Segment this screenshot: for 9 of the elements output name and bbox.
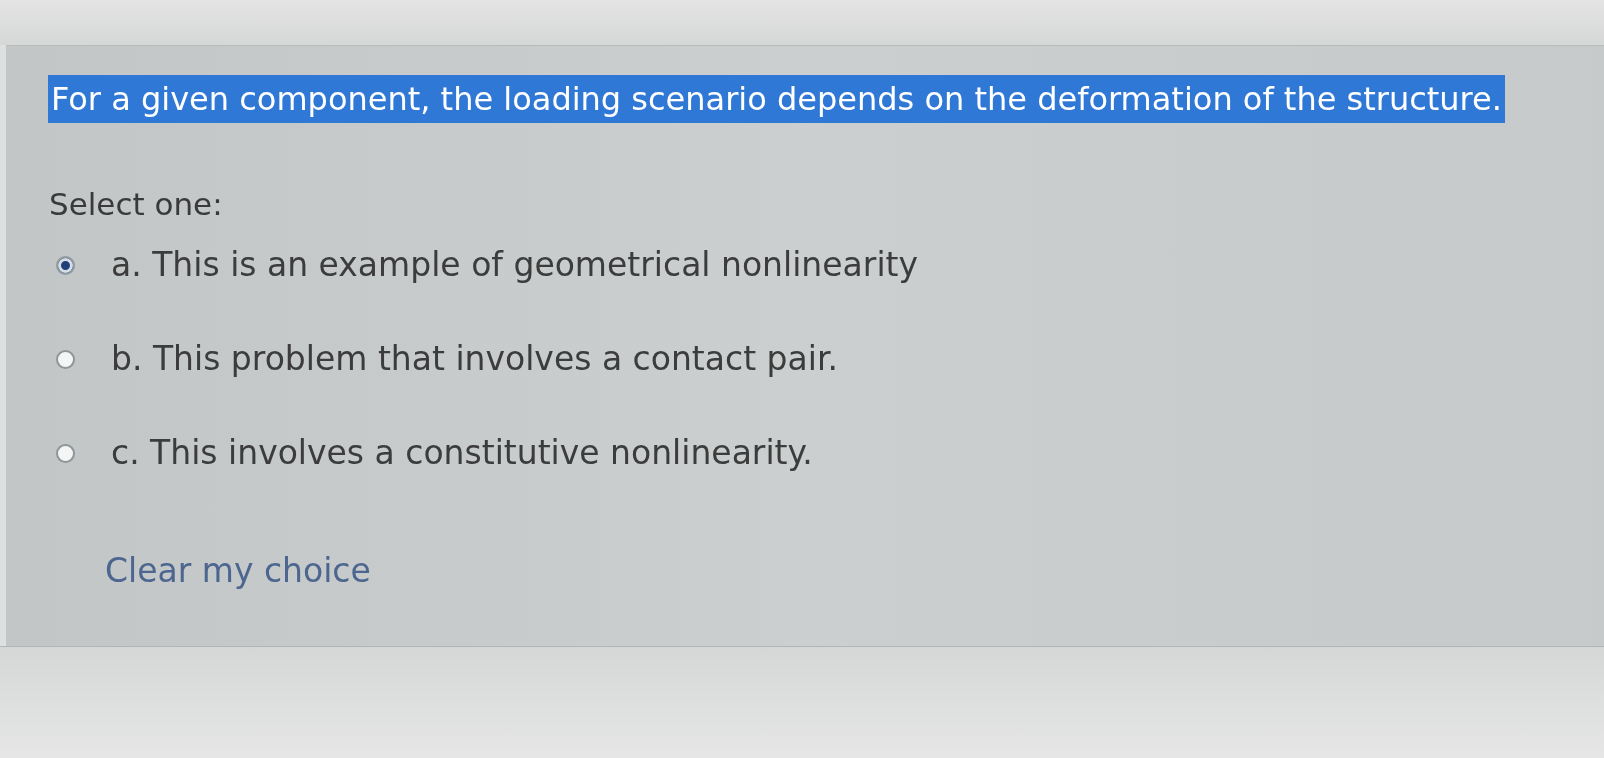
radio-icon[interactable] bbox=[56, 349, 75, 369]
option-label[interactable]: b. This problem that involves a contact pair. bbox=[111, 337, 838, 381]
option-label[interactable]: c. This involves a constitutive nonlinearity. bbox=[111, 431, 813, 475]
option-label[interactable]: a. This is an example of geometrical nonlinearity bbox=[111, 243, 919, 287]
select-one-label: Select one: bbox=[49, 186, 223, 222]
clear-choice-link[interactable]: Clear my choice bbox=[105, 551, 371, 590]
radio-icon[interactable] bbox=[56, 443, 75, 463]
radio-selected-icon[interactable] bbox=[56, 255, 75, 275]
question-text: For a given component, the loading scenario depends on the deformation of the structure. bbox=[48, 75, 1505, 123]
